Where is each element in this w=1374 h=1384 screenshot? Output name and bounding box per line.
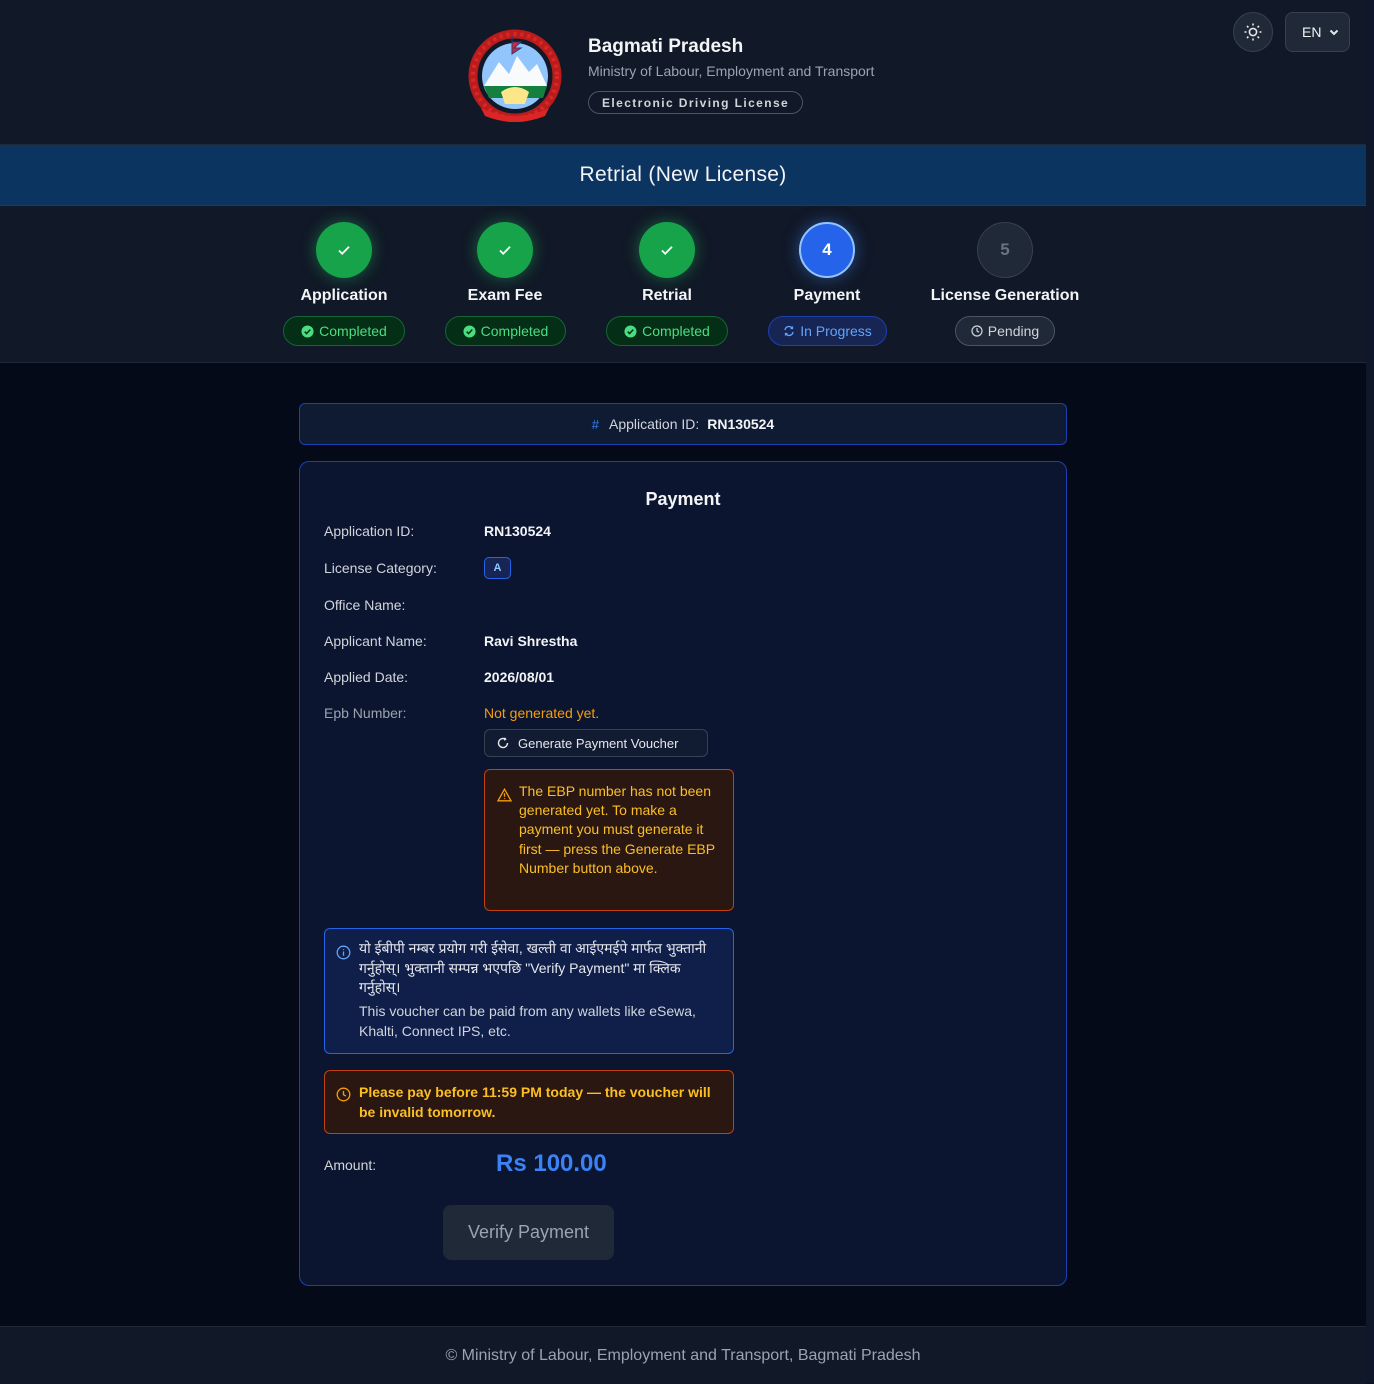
deadline-alert: Please pay before 11:59 PM today — the v… (324, 1070, 734, 1134)
applied-date-value: 2026/08/01 (484, 669, 555, 685)
step-label: Retrial (642, 287, 692, 304)
language-select[interactable]: EN (1285, 12, 1350, 52)
check-circle-icon (624, 324, 637, 338)
check-icon (338, 246, 350, 255)
epb-number-value: Not generated yet. (484, 705, 600, 721)
applied-date-label: Applied Date: (324, 669, 409, 685)
check-circle-icon (463, 324, 476, 338)
deadline-text: Please pay before 11:59 PM today — the v… (359, 1084, 711, 1120)
epb-number-label: Epb Number: (324, 705, 407, 721)
check-circle-icon (301, 324, 314, 338)
refresh-icon (497, 737, 509, 749)
info-text-nepali: यो ईबीपी नम्बर प्रयोग गरी ईसेवा, खल्ती व… (359, 940, 707, 995)
theme-toggle-button[interactable] (1233, 12, 1273, 52)
check-icon (661, 246, 673, 255)
refresh-icon (784, 325, 794, 337)
application-id-label: Application ID: (324, 523, 415, 539)
status-badge: In Progress (768, 316, 887, 346)
warning-text: The EBP number has not been generated ye… (519, 783, 715, 876)
language-value: EN (1302, 24, 1322, 40)
step-indicator: 4 (799, 222, 855, 278)
license-category-badge: A (484, 557, 511, 579)
header: Bagmati Pradesh Ministry of Labour, Empl… (0, 0, 1366, 145)
step-indicator (477, 222, 533, 278)
clock-icon (971, 325, 983, 337)
progress-stepper: Application Completed Exam Fee Completed… (0, 206, 1366, 363)
application-id-value: RN130524 (484, 523, 551, 539)
application-id-value: RN130524 (707, 416, 775, 432)
step-indicator (639, 222, 695, 278)
applicant-name-value: Ravi Shrestha (484, 633, 578, 649)
brand-badge: Electronic Driving License (588, 91, 804, 114)
chevron-down-icon (1329, 29, 1339, 36)
main-content: # Application ID: RN130524 Payment Appli… (0, 363, 1366, 1326)
brand-title: Bagmati Pradesh (588, 36, 744, 57)
payment-card: Payment Application ID: RN130524 License… (299, 461, 1067, 1286)
nepal-emblem-icon (468, 29, 562, 122)
generate-voucher-button[interactable]: Generate Payment Voucher (484, 729, 708, 757)
ebp-warning-alert: The EBP number has not been generated ye… (484, 769, 734, 911)
step-label: Application (300, 287, 388, 304)
verify-payment-button[interactable]: Verify Payment (443, 1205, 614, 1260)
application-id-bar: # Application ID: RN130524 (299, 403, 1067, 445)
step-indicator: 5 (977, 222, 1033, 278)
step-label: Payment (793, 287, 861, 304)
status-badge: Completed (606, 316, 728, 346)
office-name-label: Office Name: (324, 597, 406, 613)
application-id-label: Application ID: (609, 416, 700, 432)
check-icon (499, 246, 511, 255)
sun-icon (1244, 23, 1262, 41)
amount-label: Amount: (324, 1157, 377, 1173)
brand-subtitle: Ministry of Labour, Employment and Trans… (588, 63, 875, 79)
hash-icon: # (591, 416, 599, 432)
clock-icon (336, 1087, 351, 1102)
generate-voucher-label: Generate Payment Voucher (518, 735, 679, 751)
status-badge: Pending (955, 316, 1055, 346)
warning-triangle-icon (497, 788, 512, 802)
payment-title: Payment (645, 489, 721, 509)
step-label: License Generation (930, 287, 1080, 304)
info-text-english: This voucher can be paid from any wallet… (359, 1003, 696, 1039)
status-badge: Completed (283, 316, 405, 346)
step-indicator (316, 222, 372, 278)
info-circle-icon (336, 945, 351, 960)
page-title: Retrial (New License) (0, 145, 1366, 206)
applicant-name-label: Applicant Name: (324, 633, 427, 649)
page-scrollbar[interactable] (1366, 0, 1374, 1383)
footer: © Ministry of Labour, Employment and Tra… (0, 1326, 1366, 1384)
license-category-label: License Category: (324, 560, 437, 576)
payment-info-alert: यो ईबीपी नम्बर प्रयोग गरी ईसेवा, खल्ती व… (324, 928, 734, 1054)
amount-value: Rs 100.00 (496, 1150, 607, 1177)
step-label: Exam Fee (467, 287, 543, 304)
status-badge: Completed (445, 316, 566, 346)
